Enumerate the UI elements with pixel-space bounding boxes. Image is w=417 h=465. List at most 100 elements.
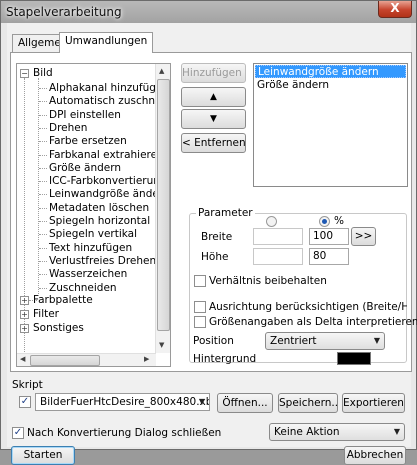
keep-ratio-label: Verhältnis beibehalten	[209, 275, 327, 287]
export-script-button[interactable]: Exportieren...	[342, 393, 405, 413]
script-file-select[interactable]: BilderFuerHtcDesire_800x480.xbs ▼	[35, 393, 210, 411]
scroll-up-arrow-icon[interactable]: ▲	[159, 67, 164, 75]
tree-connector	[39, 208, 47, 209]
chevron-down-icon: ▼	[198, 397, 205, 406]
dialog-content: Allgemein Umwandlungen − Bild Alphakanal…	[7, 23, 417, 465]
delta-label: Größenangaben als Delta interpretieren	[209, 316, 417, 328]
tree-item[interactable]: Farbe ersetzen	[49, 135, 127, 148]
tree-item[interactable]: ICC-Farbkonvertierung	[49, 175, 156, 188]
scroll-thumb[interactable]	[30, 355, 100, 366]
tree-connector	[39, 194, 47, 195]
list-item[interactable]: Leinwandgröße ändern	[255, 65, 406, 78]
tree-item[interactable]: DPI einstellen	[49, 109, 121, 122]
tree-viewport: − Bild Alphakanal hinzufügenAutomatisch …	[17, 64, 156, 354]
tree-vertical-scrollbar[interactable]: ▲ ▼	[155, 64, 170, 353]
tree-connector	[39, 168, 47, 169]
height-percent-field[interactable]: 80	[309, 248, 349, 265]
width-label: Breite	[201, 231, 233, 243]
tree-connector	[39, 261, 47, 262]
batch-dialog-window: Stapelverarbeitung X Allgemein Umwandlun…	[0, 0, 417, 465]
height-absolute-field[interactable]	[253, 248, 303, 265]
tree-node-filter[interactable]: Filter	[33, 308, 59, 321]
tree-connector	[39, 88, 47, 89]
tree-connector	[39, 274, 47, 275]
move-up-button[interactable]: ▲	[181, 87, 246, 107]
tree-item[interactable]: Größe ändern	[49, 162, 121, 175]
background-color-swatch[interactable]	[337, 352, 371, 365]
tree-item[interactable]: Verlustfreies Drehen	[49, 255, 156, 268]
percent-unit-label: %	[334, 215, 344, 227]
tree-connector	[39, 181, 47, 182]
scroll-right-arrow-icon[interactable]: ▶	[144, 355, 149, 363]
selected-transforms-list[interactable]: Leinwandgröße ändern Größe ändern	[253, 63, 408, 187]
script-enabled-checkbox[interactable]: ✓	[19, 396, 31, 408]
cancel-button[interactable]: Abbrechen	[344, 446, 406, 465]
respect-orientation-checkbox[interactable]	[194, 301, 206, 313]
tree-item[interactable]: Metadaten löschen	[49, 202, 149, 215]
tree-connector	[39, 288, 47, 289]
tree-item[interactable]: Leinwandgröße ändern	[49, 188, 156, 201]
add-transform-button[interactable]: Hinzufügen >	[181, 63, 246, 83]
close-button[interactable]: X	[378, 1, 412, 18]
script-file-value: BilderFuerHtcDesire_800x480.xbs	[40, 396, 210, 408]
tab-umwandlungen[interactable]: Umwandlungen	[59, 32, 154, 53]
tree-connector	[39, 128, 47, 129]
expand-icon[interactable]: +	[20, 324, 29, 333]
scroll-left-arrow-icon[interactable]: ◀	[20, 355, 25, 363]
scroll-thumb[interactable]	[157, 79, 170, 331]
tree-connector	[39, 155, 47, 156]
tree-item[interactable]: Spiegeln vertikal	[49, 228, 137, 241]
tree-item[interactable]: Farbkanal extrahieren	[49, 149, 156, 162]
position-select[interactable]: Zentriert ▼	[265, 332, 385, 350]
collapse-icon[interactable]: −	[20, 69, 29, 78]
tree-connector	[39, 248, 47, 249]
background-label: Hintergrund	[193, 353, 257, 365]
tree-node-bild[interactable]: Bild	[33, 67, 53, 80]
tree-connector	[39, 234, 47, 235]
script-label: Skript	[12, 379, 43, 391]
close-after-label: Nach Konvertierung Dialog schließen	[27, 427, 222, 439]
link-dimensions-button[interactable]: >>	[351, 227, 376, 246]
window-title: Stapelverarbeitung	[6, 5, 122, 19]
position-select-value: Zentriert	[270, 335, 317, 347]
tree-item[interactable]: Automatisch zuschneiden	[49, 95, 156, 108]
transform-tree[interactable]: − Bild Alphakanal hinzufügenAutomatisch …	[16, 63, 171, 367]
title-bar[interactable]: Stapelverarbeitung X	[1, 1, 416, 23]
tree-item[interactable]: Alphakanal hinzufügen	[49, 82, 156, 95]
height-label: Höhe	[201, 251, 229, 263]
tree-horizontal-scrollbar[interactable]: ◀ ▶	[17, 353, 156, 366]
tree-node-sonstiges[interactable]: Sonstiges	[33, 322, 84, 335]
tab-panel-umwandlungen: − Bild Alphakanal hinzufügenAutomatisch …	[10, 52, 417, 372]
tree-item[interactable]: Spiegeln horizontal	[49, 215, 150, 228]
post-action-select[interactable]: Keine Aktion ▼	[269, 423, 405, 441]
tree-node-farbpalette[interactable]: Farbpalette	[33, 294, 93, 307]
tree-item[interactable]: Drehen	[49, 122, 87, 135]
post-action-value: Keine Aktion	[274, 426, 340, 438]
start-button[interactable]: Starten	[11, 446, 75, 465]
position-label: Position	[193, 335, 234, 347]
expand-icon[interactable]: +	[20, 296, 29, 305]
chevron-down-icon: ▼	[393, 427, 400, 436]
respect-orientation-label: Ausrichtung berücksichtigen (Breite/Höhe…	[209, 301, 407, 313]
close-after-checkbox[interactable]: ✓	[12, 427, 24, 439]
expand-icon[interactable]: +	[20, 310, 29, 319]
unit-absolute-radio[interactable]	[266, 216, 277, 227]
width-percent-field[interactable]: 100	[309, 228, 349, 245]
tree-connector	[39, 115, 47, 116]
tree-connector	[39, 221, 47, 222]
delta-checkbox[interactable]	[194, 316, 206, 328]
chevron-down-icon: ▼	[373, 336, 380, 345]
unit-percent-radio[interactable]	[319, 216, 330, 227]
list-item[interactable]: Größe ändern	[255, 79, 331, 92]
tree-item[interactable]: Text hinzufügen	[49, 242, 132, 255]
width-absolute-field[interactable]	[253, 228, 303, 245]
tree-connector	[39, 141, 47, 142]
open-script-button[interactable]: Öffnen...	[217, 393, 273, 413]
tree-item[interactable]: Wasserzeichen	[49, 268, 127, 281]
tree-connector	[39, 101, 47, 102]
move-down-button[interactable]: ▼	[181, 109, 246, 129]
scroll-down-arrow-icon[interactable]: ▼	[159, 341, 164, 349]
remove-transform-button[interactable]: < Entfernen	[181, 133, 246, 153]
keep-ratio-checkbox[interactable]	[194, 275, 206, 287]
save-script-button[interactable]: Speichern...	[278, 393, 338, 413]
